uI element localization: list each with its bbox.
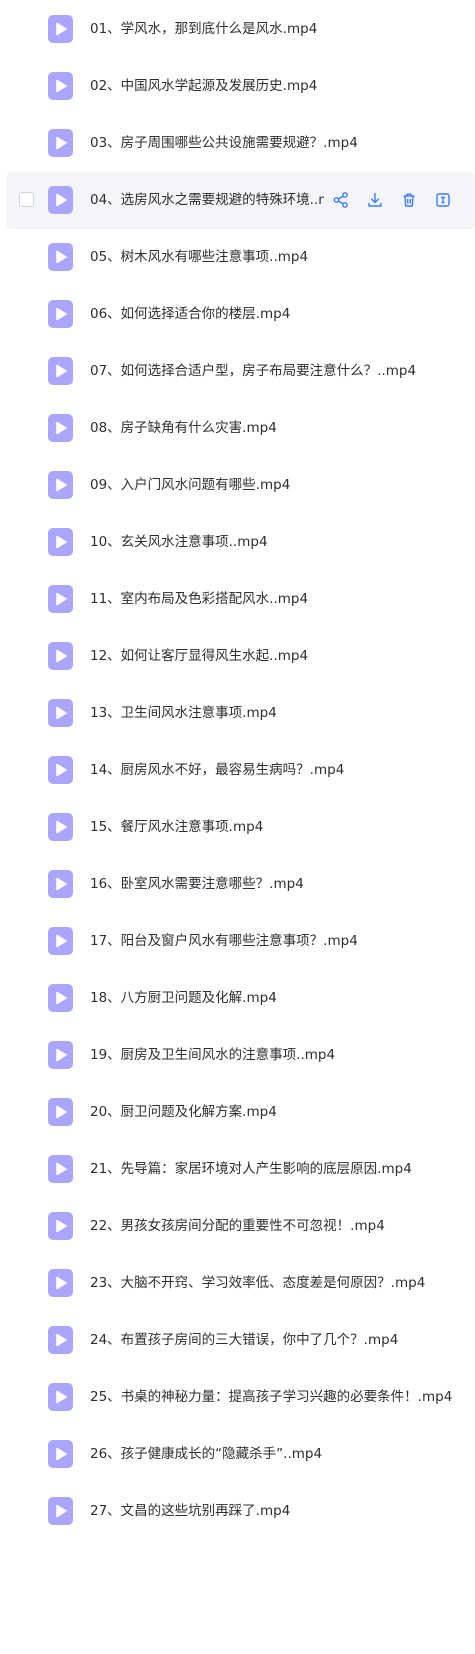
file-row[interactable]: 16、卧室风水需要注意哪些？.mp4 [0, 856, 475, 913]
video-play-icon [48, 1155, 73, 1183]
file-name[interactable]: 06、如何选择适合你的楼层.mp4 [90, 305, 290, 323]
file-name[interactable]: 24、布置孩子房间的三大错误，你中了几个？.mp4 [90, 1331, 398, 1349]
video-play-icon [48, 1383, 73, 1411]
file-row[interactable]: 20、厨卫问题及化解方案.mp4 [0, 1084, 475, 1141]
video-play-icon [48, 15, 73, 43]
video-play-icon [48, 1440, 73, 1468]
row-checkbox[interactable] [19, 192, 34, 207]
file-row[interactable]: 27、文昌的这些坑别再踩了.mp4 [0, 1483, 475, 1540]
delete-icon[interactable] [398, 189, 420, 211]
rename-icon[interactable] [432, 189, 454, 211]
video-play-icon [48, 927, 73, 955]
file-name[interactable]: 20、厨卫问题及化解方案.mp4 [90, 1103, 277, 1121]
file-name[interactable]: 26、孩子健康成长的“隐藏杀手”..mp4 [90, 1445, 322, 1463]
file-name[interactable]: 14、厨房风水不好，最容易生病吗？.mp4 [90, 761, 344, 779]
file-row[interactable]: 06、如何选择适合你的楼层.mp4 [0, 286, 475, 343]
video-play-icon [48, 1497, 73, 1525]
video-play-icon [48, 300, 73, 328]
file-name[interactable]: 02、中国风水学起源及发展历史.mp4 [90, 77, 317, 95]
file-row[interactable]: 15、餐厅风水注意事项.mp4 [0, 799, 475, 856]
file-row[interactable]: 22、男孩女孩房间分配的重要性不可忽视！.mp4 [0, 1198, 475, 1255]
video-play-icon [48, 699, 73, 727]
file-name[interactable]: 01、学风水，那到底什么是风水.mp4 [90, 20, 317, 38]
file-name[interactable]: 21、先导篇：家居环境对人产生影响的底层原因.mp4 [90, 1160, 412, 1178]
file-row[interactable]: 08、房子缺角有什么灾害.mp4 [0, 400, 475, 457]
video-play-icon [48, 528, 73, 556]
video-play-icon [48, 1269, 73, 1297]
video-play-icon [48, 756, 73, 784]
video-play-icon [48, 1041, 73, 1069]
video-play-icon [48, 870, 73, 898]
file-row[interactable]: 17、阳台及窗户风水有哪些注意事项？.mp4 [0, 913, 475, 970]
file-row[interactable]: 10、玄关风水注意事项..mp4 [0, 514, 475, 571]
file-name[interactable]: 18、八方厨卫问题及化解.mp4 [90, 989, 277, 1007]
file-row[interactable]: 13、卫生间风水注意事项.mp4 [0, 685, 475, 742]
video-play-icon [48, 1326, 73, 1354]
file-row[interactable]: 24、布置孩子房间的三大错误，你中了几个？.mp4 [0, 1312, 475, 1369]
file-name[interactable]: 08、房子缺角有什么灾害.mp4 [90, 419, 277, 437]
video-play-icon [48, 186, 73, 214]
video-play-icon [48, 984, 73, 1012]
file-name[interactable]: 27、文昌的这些坑别再踩了.mp4 [90, 1502, 290, 1520]
video-play-icon [48, 243, 73, 271]
file-list: 01、学风水，那到底什么是风水.mp4 02、中国风水学起源及发展历史.mp4 03… [0, 0, 475, 1540]
file-name[interactable]: 23、大脑不开窍、学习效率低、态度差是何原因？.mp4 [90, 1274, 425, 1292]
file-name[interactable]: 09、入户门风水问题有哪些.mp4 [90, 476, 290, 494]
file-row[interactable]: 05、树木风水有哪些注意事项..mp4 [0, 229, 475, 286]
file-name[interactable]: 13、卫生间风水注意事项.mp4 [90, 704, 277, 722]
file-name[interactable]: 17、阳台及窗户风水有哪些注意事项？.mp4 [90, 932, 358, 950]
video-play-icon [48, 471, 73, 499]
file-row[interactable]: 14、厨房风水不好，最容易生病吗？.mp4 [0, 742, 475, 799]
file-row[interactable]: 21、先导篇：家居环境对人产生影响的底层原因.mp4 [0, 1141, 475, 1198]
file-row[interactable]: 01、学风水，那到底什么是风水.mp4 [0, 1, 475, 58]
video-play-icon [48, 129, 73, 157]
file-name[interactable]: 22、男孩女孩房间分配的重要性不可忽视！.mp4 [90, 1217, 385, 1235]
file-name[interactable]: 07、如何选择合适户型，房子布局要注意什么？..mp4 [90, 362, 416, 380]
file-name[interactable]: 19、厨房及卫生间风水的注意事项..mp4 [90, 1046, 335, 1064]
file-name[interactable]: 04、选房风水之需要规避的特殊环境..mp4 [90, 191, 324, 209]
file-row[interactable]: 18、八方厨卫问题及化解.mp4 [0, 970, 475, 1027]
file-row[interactable]: 07、如何选择合适户型，房子布局要注意什么？..mp4 [0, 343, 475, 400]
video-play-icon [48, 72, 73, 100]
video-play-icon [48, 813, 73, 841]
video-play-icon [48, 642, 73, 670]
file-name[interactable]: 05、树木风水有哪些注意事项..mp4 [90, 248, 308, 266]
file-name[interactable]: 12、如何让客厅显得风生水起..mp4 [90, 647, 308, 665]
file-row[interactable]: 25、书桌的神秘力量：提高孩子学习兴趣的必要条件！.mp4 [0, 1369, 475, 1426]
file-name[interactable]: 10、玄关风水注意事项..mp4 [90, 533, 268, 551]
file-row[interactable]: 26、孩子健康成长的“隐藏杀手”..mp4 [0, 1426, 475, 1483]
download-icon[interactable] [364, 189, 386, 211]
share-icon[interactable] [330, 189, 352, 211]
video-play-icon [48, 414, 73, 442]
file-name[interactable]: 15、餐厅风水注意事项.mp4 [90, 818, 263, 836]
file-row[interactable]: 19、厨房及卫生间风水的注意事项..mp4 [0, 1027, 475, 1084]
file-row[interactable]: 12、如何让客厅显得风生水起..mp4 [0, 628, 475, 685]
video-play-icon [48, 1098, 73, 1126]
file-name[interactable]: 16、卧室风水需要注意哪些？.mp4 [90, 875, 304, 893]
file-row[interactable]: 02、中国风水学起源及发展历史.mp4 [0, 58, 475, 115]
file-row[interactable]: 03、房子周围哪些公共设施需要规避？.mp4 [0, 115, 475, 172]
file-row[interactable]: 09、入户门风水问题有哪些.mp4 [0, 457, 475, 514]
video-play-icon [48, 585, 73, 613]
video-play-icon [48, 357, 73, 385]
video-play-icon [48, 1212, 73, 1240]
file-name[interactable]: 11、室内布局及色彩搭配风水..mp4 [90, 590, 308, 608]
file-row[interactable]: 11、室内布局及色彩搭配风水..mp4 [0, 571, 475, 628]
file-row[interactable]: 04、选房风水之需要规避的特殊环境..mp4 [6, 172, 475, 229]
file-row[interactable]: 23、大脑不开窍、学习效率低、态度差是何原因？.mp4 [0, 1255, 475, 1312]
file-name[interactable]: 03、房子周围哪些公共设施需要规避？.mp4 [90, 134, 358, 152]
file-name[interactable]: 25、书桌的神秘力量：提高孩子学习兴趣的必要条件！.mp4 [90, 1388, 452, 1406]
